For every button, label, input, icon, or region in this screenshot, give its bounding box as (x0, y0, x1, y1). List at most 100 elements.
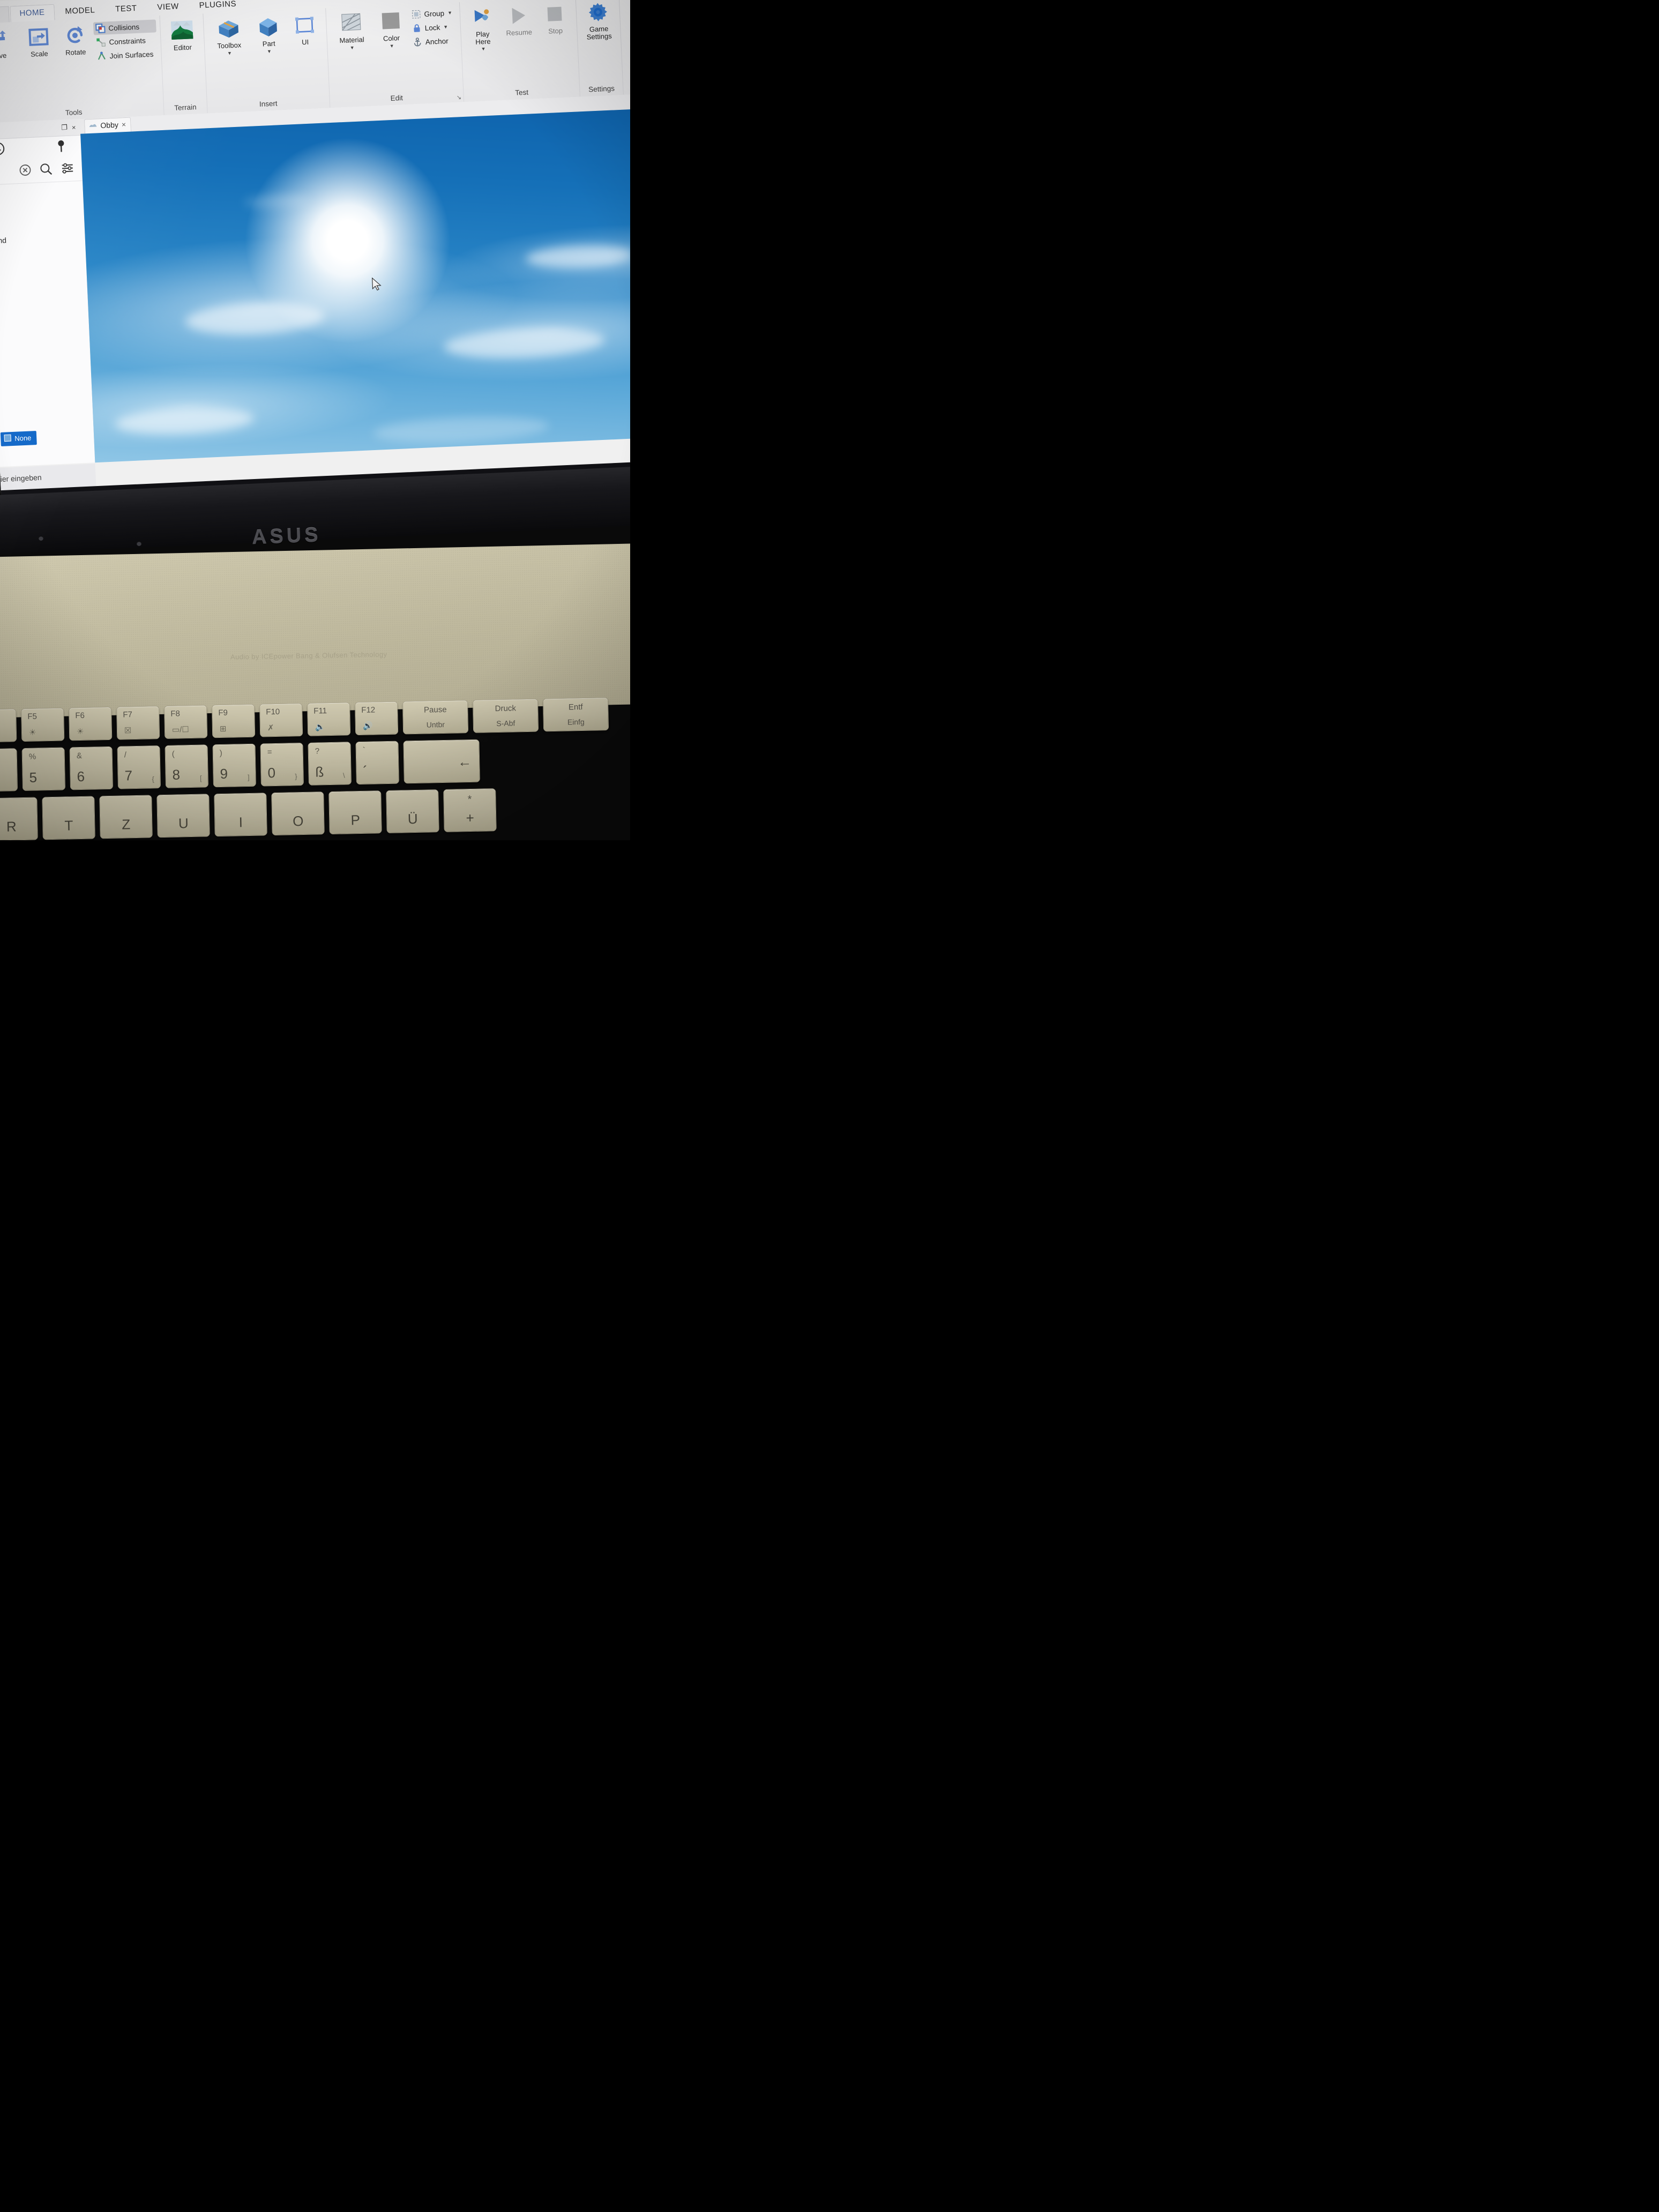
key-label: U (178, 815, 189, 832)
part-button[interactable]: Part ▼ (250, 12, 287, 57)
display-off-icon: ☒ (124, 726, 132, 736)
tab-home[interactable]: HOME (9, 4, 55, 23)
ui-label: UI (301, 38, 309, 47)
key-f12[interactable]: F12 🔊 (355, 701, 399, 736)
terrain-editor-icon (170, 18, 195, 43)
key-label: ß (315, 764, 324, 780)
chevron-down-icon[interactable]: ▼ (267, 48, 272, 54)
play-here-icon (469, 5, 494, 29)
tab-e[interactable]: E (0, 6, 10, 24)
filter-icon[interactable] (60, 161, 74, 177)
key-u[interactable]: U (156, 794, 210, 838)
pin-icon[interactable] (55, 138, 67, 155)
list-item[interactable]: ound (0, 236, 6, 245)
key-sublabel: S-Abf (496, 719, 515, 728)
key-altgr-label: } (295, 772, 297, 781)
key-pause[interactable]: Pause Untbr (402, 700, 469, 735)
key-label: P (350, 811, 361, 828)
collisions-toggle[interactable]: Collisions (93, 19, 156, 35)
ui-button[interactable]: UI (286, 11, 323, 49)
chevron-down-icon[interactable]: ▼ (350, 45, 355, 50)
key-f7[interactable]: F7 ☒ (116, 706, 160, 740)
tools-toggles: Collisions Constraints Join Surfaces (93, 18, 158, 63)
search-icon[interactable] (39, 162, 53, 179)
key-delete[interactable]: Entf Einfg (542, 697, 609, 732)
key-8[interactable]: ( 8 [ (165, 744, 209, 788)
key-6[interactable]: & 6 (69, 746, 114, 790)
stop-label: Stop (548, 26, 563, 35)
move-button[interactable]: ve (0, 24, 21, 63)
key-label: Druck (495, 704, 517, 714)
key-f5[interactable]: F5 ☀ (21, 707, 65, 742)
key-4[interactable]: $ 4 (0, 748, 18, 792)
key-9[interactable]: ) 9 ] (212, 743, 257, 788)
game-settings-button[interactable]: Game Settings (580, 0, 617, 43)
tab-model[interactable]: MODEL (55, 2, 105, 20)
team-test-button[interactable]: Team Test (623, 0, 630, 41)
clock-icon[interactable] (0, 141, 5, 159)
color-button[interactable]: Color ▼ (372, 6, 410, 51)
tab-view[interactable]: VIEW (147, 0, 189, 16)
anchor-button[interactable]: Anchor (410, 34, 457, 49)
key-o[interactable]: O (271, 791, 325, 836)
chevron-down-icon[interactable]: ▼ (481, 46, 485, 51)
team-test-icon (629, 0, 630, 23)
chevron-down-icon[interactable]: ▼ (447, 10, 452, 15)
key-f10[interactable]: F10 ✗ (259, 703, 303, 737)
join-surfaces-toggle[interactable]: Join Surfaces (94, 47, 158, 63)
display-switch-icon: ▭/☐ (171, 725, 189, 735)
key-5[interactable]: % 5 (21, 747, 66, 791)
key-i[interactable]: I (214, 793, 267, 837)
key-backspace[interactable]: ← (403, 739, 480, 784)
keyboard-number-row: $ 4 % 5 & 6 / 7 { ( 8 [ ) (0, 739, 480, 792)
key-label: F5 (27, 712, 38, 721)
key-p[interactable]: P (328, 790, 382, 835)
key-f6[interactable]: F6 ☀ (69, 706, 113, 741)
status-badge[interactable]: None (0, 431, 37, 446)
left-dock-panel: ❐ × ound None (0, 118, 96, 467)
key-z[interactable]: Z (99, 795, 153, 839)
lock-button[interactable]: Lock ▼ (409, 20, 457, 35)
key-f4[interactable]: F4 ⌨ (0, 708, 17, 743)
close-icon[interactable]: × (72, 123, 76, 131)
resume-button[interactable]: Resume (500, 1, 537, 40)
laptop-photo: E HOME MODEL TEST VIEW PLUGINS (0, 0, 630, 840)
clear-icon[interactable] (18, 163, 32, 179)
key-label: ´ (363, 763, 368, 779)
color-icon (378, 9, 403, 34)
key-acute[interactable]: ` ´ (355, 741, 399, 785)
material-button[interactable]: Material ▼ (330, 8, 373, 53)
chevron-down-icon[interactable]: ▼ (443, 24, 448, 29)
stop-button[interactable]: Stop (536, 0, 573, 38)
key-t[interactable]: T (42, 796, 95, 840)
ui-icon (292, 13, 317, 38)
3d-viewport[interactable] (80, 107, 630, 463)
rotate-button[interactable]: Rotate (57, 21, 94, 59)
key-0[interactable]: = 0 } (260, 743, 304, 787)
scale-button[interactable]: Scale (20, 23, 57, 61)
group-button[interactable]: Group ▼ (409, 6, 456, 21)
tab-test[interactable]: TEST (106, 0, 147, 18)
key-shift-label: ( (171, 749, 175, 759)
edit-dialog-launcher[interactable]: ↘ (457, 94, 462, 101)
terrain-editor-button[interactable]: Editor (163, 16, 200, 55)
key-shift-label: ? (315, 746, 320, 756)
key-print-screen[interactable]: Druck S-Abf (472, 698, 539, 733)
toolbox-button[interactable]: Toolbox ▼ (207, 14, 251, 59)
key-r[interactable]: R (0, 797, 38, 840)
keyboard-letter-row: R T Z U I O P Ü * + (0, 788, 497, 840)
document-tab-obby[interactable]: Obby × (84, 117, 131, 133)
chevron-down-icon[interactable]: ▼ (227, 50, 232, 56)
key-eszett[interactable]: ? ß \ (308, 742, 352, 786)
key-f9[interactable]: F9 ⊞ (212, 704, 256, 738)
close-icon[interactable]: × (122, 120, 126, 129)
float-icon[interactable]: ❐ (61, 123, 68, 132)
key-plus[interactable]: * + (443, 788, 497, 832)
key-7[interactable]: / 7 { (117, 745, 161, 789)
key-uumlaut[interactable]: Ü (386, 789, 439, 834)
play-here-button[interactable]: Play Here ▼ (464, 3, 501, 55)
chevron-down-icon[interactable]: ▼ (389, 43, 394, 48)
constraints-toggle[interactable]: Constraints (94, 33, 157, 49)
key-f8[interactable]: F8 ▭/☐ (164, 705, 208, 739)
key-f11[interactable]: F11 🔈 (307, 702, 351, 736)
